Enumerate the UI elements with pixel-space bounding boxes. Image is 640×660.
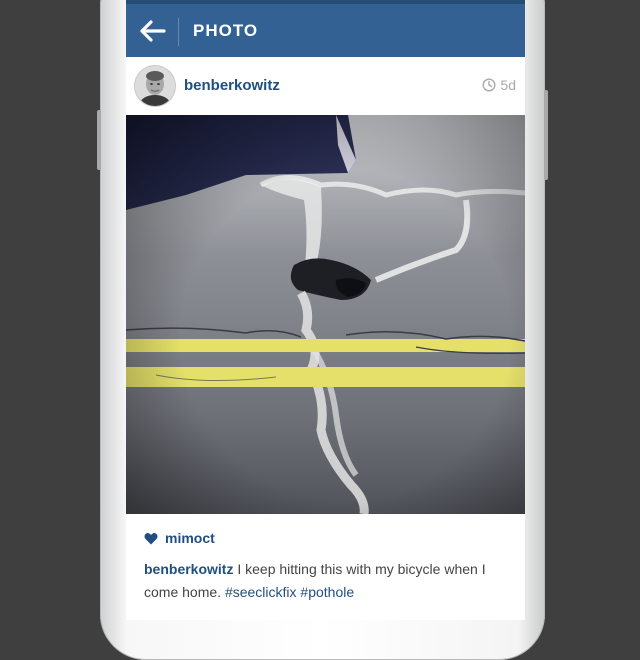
hashtag-link[interactable]: #pothole xyxy=(300,584,354,600)
time-ago-label: 5d xyxy=(500,77,516,93)
phone-side-button xyxy=(97,110,101,170)
avatar-image xyxy=(135,66,175,106)
heart-icon xyxy=(144,532,158,544)
post-timestamp: 5d xyxy=(482,77,516,93)
post-header: benberkowitz 5d xyxy=(126,57,525,116)
app-bar-divider xyxy=(178,18,179,46)
post-caption: benberkowitz I keep hitting this with my… xyxy=(144,558,504,604)
liked-by-user[interactable]: mimoct xyxy=(165,530,215,546)
hashtag-link[interactable]: #seeclickfix xyxy=(225,584,297,600)
app-screen: PHOTO benberkowitz 5d mimoct benberkowit… xyxy=(126,0,525,620)
post-photo[interactable] xyxy=(126,115,525,514)
caption-username[interactable]: benberkowitz xyxy=(144,561,233,577)
post-username[interactable]: benberkowitz xyxy=(184,77,280,94)
back-button[interactable] xyxy=(138,16,168,46)
phone-side-button xyxy=(544,90,548,180)
pothole-photo-image xyxy=(126,115,525,514)
arrow-left-icon xyxy=(140,20,166,42)
app-bar: PHOTO xyxy=(126,0,525,57)
likes-row: mimoct xyxy=(144,530,215,546)
avatar[interactable] xyxy=(135,66,175,106)
page-title: PHOTO xyxy=(193,21,259,40)
clock-icon xyxy=(482,78,496,92)
